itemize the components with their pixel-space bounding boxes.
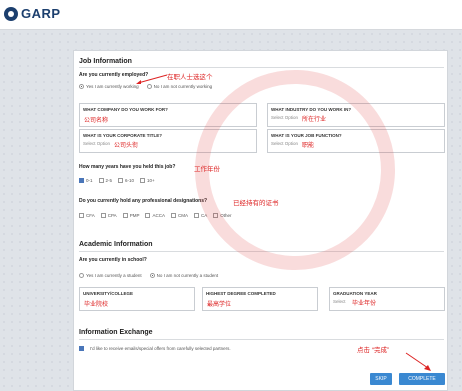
checkbox[interactable] xyxy=(170,213,176,218)
years-option[interactable]: 10+ xyxy=(140,178,155,183)
option-label: 2-5 xyxy=(105,178,113,183)
complete-annotation: 点击 “完成” xyxy=(357,347,390,354)
school-radio-group: Yes I am currently a student No I am not… xyxy=(79,273,218,278)
checkbox[interactable] xyxy=(79,346,84,351)
option-label: CMA xyxy=(177,213,188,218)
complete-button[interactable]: COMPLETE xyxy=(399,373,445,385)
checkbox[interactable] xyxy=(145,213,151,218)
company-label: WHAT COMPANY DO YOU WORK FOR? xyxy=(83,107,168,112)
option-label: CFA xyxy=(86,213,95,218)
title-value: 公司头衔 xyxy=(114,143,139,149)
annotation-arrow xyxy=(405,352,431,371)
title-label: WHAT IS YOUR CORPORATE TITLE? xyxy=(83,133,162,138)
degree-label: HIGHEST DEGREE COMPLETED xyxy=(206,291,276,296)
radio-button[interactable] xyxy=(149,273,155,278)
option-label: CPA xyxy=(107,213,117,218)
degree-value: 最高学位 xyxy=(207,302,232,308)
partner-offers-checkbox[interactable]: I'd like to receive emails/special offer… xyxy=(79,346,231,351)
top-bar: GARP xyxy=(0,0,462,30)
checkbox[interactable] xyxy=(79,178,84,183)
radio-label: Yes I am currently a student xyxy=(86,273,142,278)
years-question: How many years have you held this job? xyxy=(79,164,176,170)
title-placeholder: Select Option xyxy=(83,141,111,146)
garp-logo-icon xyxy=(4,6,18,21)
consent-text: I'd like to receive emails/special offer… xyxy=(90,346,231,351)
checkbox[interactable] xyxy=(118,178,124,183)
designation-pmp[interactable]: PMP xyxy=(122,213,140,218)
school-yes-radio[interactable]: Yes I am currently a student xyxy=(79,273,142,278)
divider xyxy=(79,339,444,340)
radio-label: No I am not currently a student xyxy=(156,273,219,278)
designation-acca[interactable]: ACCA xyxy=(145,213,165,218)
designation-cpa[interactable]: CPA xyxy=(100,213,117,218)
radio-button[interactable] xyxy=(79,84,84,89)
grad-value: 毕业年份 xyxy=(352,301,377,307)
option-label: 6-10 xyxy=(125,178,135,183)
employed-yes-radio[interactable]: Yes I am currently working xyxy=(79,84,139,89)
employed-annotation: 在职人士选这个 xyxy=(167,74,213,81)
school-no-radio[interactable]: No I am not currently a student xyxy=(149,273,219,278)
exchange-section-title: Information Exchange xyxy=(79,329,153,336)
divider xyxy=(79,67,444,68)
designation-cfa[interactable]: CFA xyxy=(79,213,95,218)
designations-question: Do you currently hold any professional d… xyxy=(79,198,208,204)
designation-cma[interactable]: CMA xyxy=(170,213,188,218)
university-label: UNIVERSITY/COLLEGE xyxy=(83,291,134,296)
years-options: 0-1 2-5 6-10 10+ xyxy=(79,178,155,183)
checkbox[interactable] xyxy=(193,213,199,218)
checkbox[interactable] xyxy=(122,213,128,218)
option-label: ACCA xyxy=(152,213,165,218)
job-section-title: Job Information xyxy=(79,58,132,65)
garp-logo[interactable]: GARP xyxy=(4,6,61,21)
university-input[interactable]: UNIVERSITY/COLLEGE 毕业院校 xyxy=(79,287,195,311)
graduation-year-select[interactable]: GRADUATION YEAR Select 毕业年份 xyxy=(329,287,445,311)
years-option[interactable]: 2-5 xyxy=(98,178,113,183)
school-question: Are you currently in school? xyxy=(79,257,147,263)
years-option[interactable]: 0-1 xyxy=(79,178,93,183)
option-label: 0-1 xyxy=(86,178,93,183)
logo-text: GARP xyxy=(21,6,61,21)
university-value: 毕业院校 xyxy=(84,302,109,308)
checkbox[interactable] xyxy=(79,213,84,218)
skip-button[interactable]: SKIP xyxy=(370,373,392,385)
grad-label: GRADUATION YEAR xyxy=(333,291,377,296)
checkbox[interactable] xyxy=(98,178,104,183)
option-label: PMP xyxy=(129,213,140,218)
annotation-arrow xyxy=(136,74,168,84)
degree-select[interactable]: HIGHEST DEGREE COMPLETED 最高学位 xyxy=(202,287,318,311)
radio-label: Yes I am currently working xyxy=(86,84,139,89)
checkbox[interactable] xyxy=(100,213,106,218)
grad-placeholder: Select xyxy=(333,299,346,304)
checkbox[interactable] xyxy=(140,178,146,183)
company-value: 公司名称 xyxy=(84,118,109,124)
academic-section-title: Academic Information xyxy=(79,241,153,248)
option-label: 10+ xyxy=(147,178,155,183)
radio-button[interactable] xyxy=(79,273,84,278)
years-option[interactable]: 6-10 xyxy=(118,178,134,183)
